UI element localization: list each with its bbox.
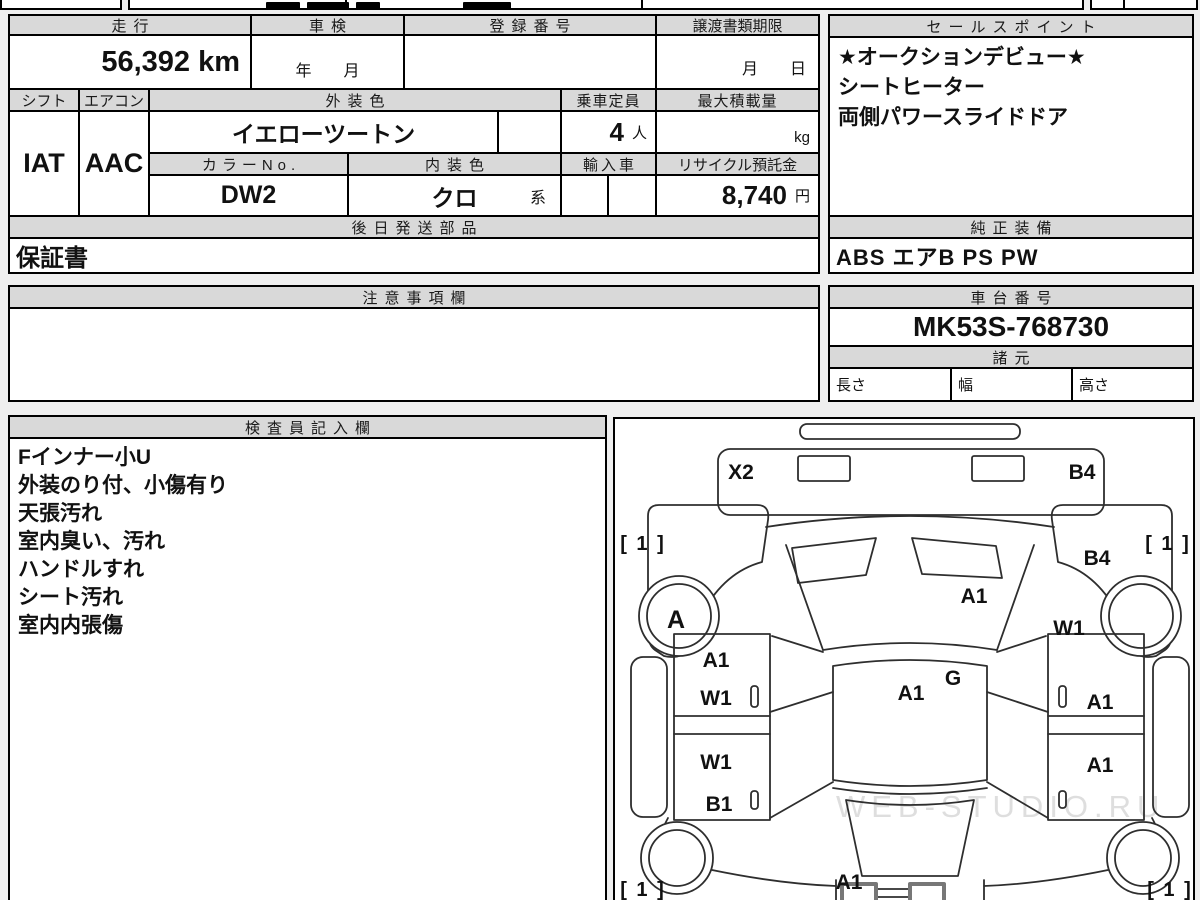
recycle-fee-unit: 円 (794, 188, 810, 205)
recycle-fee-header: リサイクル預託金 (655, 152, 820, 176)
import-car-cell-a (560, 174, 609, 217)
damage-code-front-left-door-upper: A1 (703, 649, 730, 672)
damage-code-windshield: A1 (961, 585, 988, 608)
damage-code-rear-panel: A1 (836, 871, 863, 894)
recycle-fee-number: 8,740 (721, 180, 787, 210)
registration-header: 登録番号 (403, 14, 657, 36)
later-parts-value: 保証書 (8, 237, 820, 274)
damage-code-labels: X2 B4 [ 1 ] [ 1 ] A B4 W1 A1 G A1 W1 W1 B1 A1 A1 A1 A1 [ … (620, 461, 1193, 900)
mileage-value: 56,392 km (8, 34, 252, 90)
cutoff-text-fragment (266, 2, 300, 9)
import-car-cell-b (607, 174, 657, 217)
damage-code-tread-rear-right: [ 1 ] (1147, 879, 1193, 900)
registration-value (403, 34, 657, 90)
spec-width-cell: 幅 (950, 367, 1073, 402)
damage-code-front-right-door: A1 (1087, 691, 1114, 714)
exterior-color-value: イエローツートン (148, 110, 499, 154)
damage-code-tread-front-left: [ 1 ] (620, 533, 666, 555)
damage-code-rear-left-door-lower: B1 (706, 793, 733, 816)
damage-code-glass: G (945, 667, 961, 690)
color-no-header: カラーNo. (148, 152, 349, 176)
damage-code-tread-front-right: [ 1 ] (1145, 533, 1191, 555)
interior-color-value: クロ 系 (347, 174, 562, 217)
sales-points-list: ★オークションデビュー★ シートヒーター両側パワースライドドア (830, 38, 1094, 138)
sales-points-body: ★オークションデビュー★ シートヒーター両側パワースライドドア (828, 36, 1194, 217)
capacity-number: 4 (609, 116, 624, 147)
inspector-note-line: 外装のり付、小傷有り (18, 474, 228, 497)
damage-code-front-bumper-left: X2 (728, 461, 754, 484)
capacity-value: 4 人 (560, 110, 657, 154)
cutoff-row-cell (641, 0, 1084, 10)
damage-code-front-right-fender: B4 (1084, 547, 1111, 570)
color-no-value: DW2 (148, 174, 349, 217)
inspector-note-line: Fインナー小U (18, 446, 151, 469)
damage-code-roof: A1 (898, 682, 925, 705)
interior-color-header: 内装色 (347, 152, 562, 176)
inspection-header: 車検 (250, 14, 405, 36)
notes-header: 注意事項欄 (8, 285, 820, 309)
specs-header: 諸元 (828, 345, 1194, 369)
spec-height-cell: 高さ (1071, 367, 1194, 402)
cutoff-text-fragment (356, 2, 380, 9)
inspector-note-line: 室内内張傷 (18, 614, 123, 637)
inspector-note-line: シート汚れ (18, 586, 123, 609)
inspector-note-line: ハンドルすれ (18, 558, 144, 581)
exterior-color-header: 外装色 (148, 88, 562, 112)
genuine-equipment-value: ABS エアB PS PW (828, 237, 1194, 274)
interior-color-suffix: 系 (529, 189, 546, 207)
inspector-notes-body: Fインナー小U 外装のり付、小傷有り 天張汚れ室内臭い、汚れ ハンドルすれ シート汚れ室… (8, 437, 607, 900)
capacity-header: 乗車定員 (560, 88, 657, 112)
shift-value: IAT (8, 110, 80, 217)
capacity-unit: 人 (631, 124, 647, 142)
shift-header: シフト (8, 88, 80, 112)
chassis-header: 車台番号 (828, 285, 1194, 309)
chassis-value: MK53S-768730 (828, 307, 1194, 347)
interior-color-name: クロ (431, 184, 478, 211)
damage-code-tread-rear-left: [ 1 ] (620, 879, 666, 900)
max-load-header: 最大積載量 (655, 88, 820, 112)
cutoff-text-fragment (463, 2, 511, 9)
sales-point-line: ★オークションデビュー★ (838, 46, 1086, 69)
transfer-deadline-header: 譲渡書類期限 (655, 14, 820, 36)
genuine-equipment-header: 純正装備 (828, 215, 1194, 239)
recycle-fee-value: 8,740 円 (655, 174, 820, 217)
spec-length-cell: 長さ (828, 367, 952, 402)
inspection-value: 年 月 (250, 34, 405, 90)
damage-code-front-right-pillar: W1 (1053, 617, 1085, 640)
inspector-notes-header: 検査員記入欄 (8, 415, 607, 439)
car-damage-diagram: X2 B4 [ 1 ] [ 1 ] A B4 W1 A1 G A1 W1 W1 B1 A1 A1 A1 A1 [ … (620, 423, 1193, 900)
sales-point-line: シートヒーター (838, 76, 985, 99)
later-parts-header: 後日発送部品 (8, 215, 820, 239)
import-car-header: 輸入車 (560, 152, 657, 176)
sales-points-header: セールスポイント (828, 14, 1194, 38)
max-load-value: kg (655, 110, 820, 154)
notes-body (8, 307, 820, 402)
inspector-note-line: 天張汚れ (18, 502, 102, 525)
damage-code-front-left-door-lower: W1 (700, 687, 732, 710)
mileage-header: 走行 (8, 14, 252, 36)
inspector-note-line: 室内臭い、汚れ (18, 530, 165, 553)
exterior-color-extra-cell (497, 110, 562, 154)
damage-code-front-left-wheel: A (667, 606, 685, 634)
sales-point-line: 両側パワースライドドア (838, 106, 1068, 129)
cutoff-row-cell (1090, 0, 1127, 10)
damage-code-front-bumper-right: B4 (1069, 461, 1096, 484)
cutoff-text-fragment (307, 2, 349, 9)
auction-sheet: 走行 車検 登録番号 譲渡書類期限 56,392 km 年 月 月 日 シフト … (0, 0, 1200, 900)
cutoff-row-cell (1123, 0, 1198, 10)
inspector-notes-list: Fインナー小U 外装のり付、小傷有り 天張汚れ室内臭い、汚れ ハンドルすれ シート汚れ室… (10, 439, 236, 645)
damage-code-rear-right-door: A1 (1087, 754, 1114, 777)
aircon-value: AAC (78, 110, 150, 217)
cutoff-row-cell (0, 0, 122, 10)
aircon-header: エアコン (78, 88, 150, 112)
damage-code-rear-left-door-upper: W1 (700, 751, 732, 774)
transfer-deadline-value: 月 日 (655, 34, 820, 90)
